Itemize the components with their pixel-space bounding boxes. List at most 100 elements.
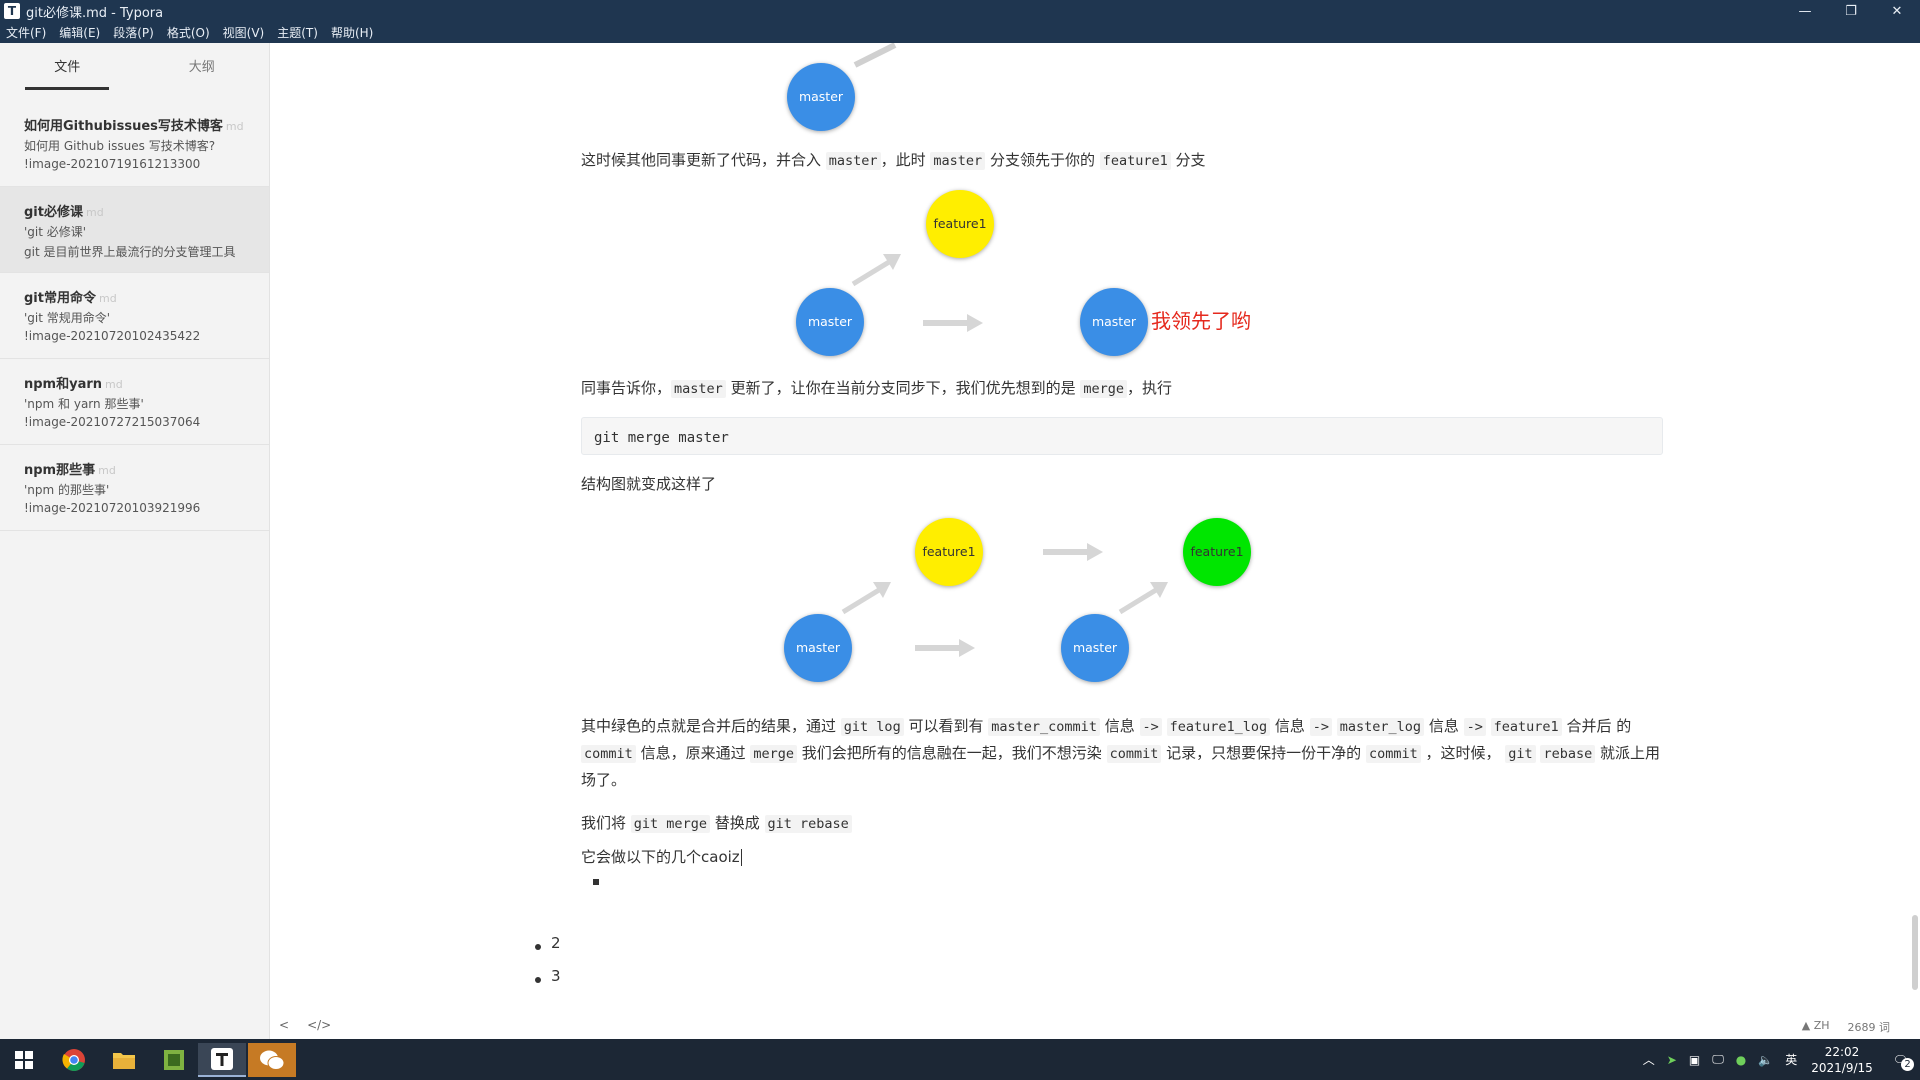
typora-taskbar-button[interactable] xyxy=(198,1043,246,1077)
menu-format[interactable]: 格式(O) xyxy=(167,24,210,41)
minimize-button[interactable]: — xyxy=(1782,0,1828,22)
notification-center-icon[interactable]: 🗨 2 xyxy=(1893,1053,1914,1071)
text: 分支 xyxy=(1175,151,1206,169)
language-label: ZH xyxy=(1813,1019,1830,1032)
menu-view[interactable]: 视图(V) xyxy=(223,24,265,41)
ime-indicator[interactable]: 英 xyxy=(1785,1051,1797,1068)
text: 我们将 xyxy=(581,814,627,832)
inline-code: master xyxy=(825,152,881,170)
volume-icon[interactable]: 🔈 xyxy=(1758,1053,1773,1067)
network-icon[interactable]: 🖵 xyxy=(1712,1052,1724,1067)
file-preview-line: 如何用 Github issues 写技术博客? xyxy=(24,139,216,153)
menu-paragraph[interactable]: 段落(P) xyxy=(113,24,154,41)
tray-app-icon[interactable]: ▣ xyxy=(1689,1053,1700,1067)
text: 它会做以下的几个caoiz xyxy=(581,848,740,866)
menu-bar: 文件(F) 编辑(E) 段落(P) 格式(O) 视图(V) 主题(T) 帮助(H… xyxy=(0,22,1920,43)
file-item[interactable]: 如何用Githubissues写技术博客 md 如何用 Github issues… xyxy=(0,101,269,187)
word-count[interactable]: 2689 词 xyxy=(1848,1019,1891,1035)
text: 这时候其他同事更新了代码，并合入 xyxy=(581,151,822,169)
list-bullet xyxy=(535,944,541,950)
sidebar: 文件 大纲 如何用Githubissues写技术博客 md 如何用 Github … xyxy=(0,43,270,1039)
arrow-icon xyxy=(915,639,975,657)
menu-file[interactable]: 文件(F) xyxy=(6,24,46,41)
node-feature1: feature1 xyxy=(915,518,983,586)
inline-code: -> xyxy=(1139,718,1162,736)
tray-chevron-up-icon[interactable]: ︿ xyxy=(1643,1051,1655,1068)
text: ，此时 xyxy=(880,151,926,169)
paragraph: 同事告诉你， master 更新了，让你在当前分支同步下，我们优先想到的是 mer… xyxy=(581,375,1172,402)
menu-help[interactable]: 帮助(H) xyxy=(331,24,373,41)
file-title: npm和yarn xyxy=(24,377,103,392)
code-block[interactable]: git merge master xyxy=(581,417,1663,455)
file-preview-line: !image-20210727215037064 xyxy=(24,415,201,429)
file-ext: md xyxy=(225,120,244,133)
node-master: master xyxy=(784,614,852,682)
file-ext: md xyxy=(105,378,123,391)
start-button[interactable] xyxy=(0,1043,48,1077)
text: 更新了，让你在当前分支同步下，我们优先想到的是 xyxy=(730,379,1076,397)
tab-files[interactable]: 文件 xyxy=(25,46,110,90)
title-bar: T git必修课.md - Typora — ❐ ✕ xyxy=(0,0,1920,22)
file-title: git常用命令 xyxy=(24,291,96,306)
inline-code: merge xyxy=(1080,380,1128,398)
file-title: npm那些事 xyxy=(24,463,96,478)
paragraph-current[interactable]: 它会做以下的几个caoiz xyxy=(581,844,742,870)
file-preview-line: !image-20210720103921996 xyxy=(24,501,201,515)
inline-code: git rebase xyxy=(764,815,852,833)
diagram-lead: feature1 master master 我领先了哟 xyxy=(581,188,1663,358)
inline-code: feature1_log xyxy=(1166,718,1271,736)
file-ext: md xyxy=(98,292,117,305)
inline-code: git xyxy=(1505,745,1536,763)
wechat-icon xyxy=(260,1050,285,1070)
file-preview-line: !image-20210720102435422 xyxy=(24,329,201,343)
maximize-button[interactable]: ❐ xyxy=(1828,0,1874,22)
wechat-taskbar-button[interactable] xyxy=(248,1043,296,1077)
tray-arrow-icon[interactable]: ➤ xyxy=(1667,1053,1677,1067)
chrome-taskbar-button[interactable] xyxy=(50,1043,98,1077)
file-item[interactable]: git常用命令 md 'git 常规用命令' !image-20210720102… xyxy=(0,273,269,359)
text: 合并后 xyxy=(1566,717,1612,735)
menu-edit[interactable]: 编辑(E) xyxy=(59,24,100,41)
file-item[interactable]: npm和yarn md 'npm 和 yarn 那些事' !image-20210… xyxy=(0,359,269,445)
node-feature1-merged: feature1 xyxy=(1183,518,1251,586)
node-master: master xyxy=(1080,288,1148,356)
paragraph: 我们将 git merge 替换成 git rebase xyxy=(581,810,852,837)
tab-outline[interactable]: 大纲 xyxy=(160,46,244,90)
inline-code: rebase xyxy=(1540,745,1596,763)
text: 信息 xyxy=(1274,717,1305,735)
toggle-sidebar-button[interactable]: < xyxy=(279,1018,289,1032)
file-item[interactable]: npm那些事 md 'npm 的那些事' !image-2021072010392… xyxy=(0,445,269,531)
inline-code: commit xyxy=(581,745,636,763)
editor-area[interactable]: master 这时候其他同事更新了代码，并合入 master ，此时 master… xyxy=(271,43,1920,1039)
inline-code: -> xyxy=(1463,718,1486,736)
inline-code: master_log xyxy=(1336,718,1425,736)
taskbar: ︿ ➤ ▣ 🖵 ● 🔈 英 22:02 2021/9/15 🗨 2 xyxy=(0,1039,1920,1080)
inline-code: merge xyxy=(750,745,797,763)
file-item-active[interactable]: git必修课 md 'git 必修课' git 是目前世界上最流行的分支管理工具 xyxy=(0,187,269,273)
lead-annotation: 我领先了哟 xyxy=(1151,309,1251,333)
arrow-icon xyxy=(1043,543,1103,561)
scrollbar-thumb[interactable] xyxy=(1912,915,1918,990)
inline-code: master xyxy=(930,152,986,170)
list-item[interactable]: 3 xyxy=(551,967,561,985)
language-indicator[interactable]: ▲ ZH xyxy=(1802,1019,1830,1035)
list-bullet-square xyxy=(593,879,599,885)
file-explorer-taskbar-button[interactable] xyxy=(100,1043,148,1077)
close-button[interactable]: ✕ xyxy=(1874,0,1920,22)
inline-code: master_commit xyxy=(988,718,1100,736)
file-preview-line: 'git 必修课' xyxy=(24,225,87,239)
paragraph: 结构图就变成这样了 xyxy=(581,475,717,493)
notification-count: 2 xyxy=(1901,1057,1914,1071)
list-bullet xyxy=(535,977,541,983)
app-taskbar-button[interactable] xyxy=(150,1043,198,1077)
clock[interactable]: 22:02 2021/9/15 xyxy=(1811,1044,1873,1076)
text: 的 xyxy=(1616,717,1632,735)
file-preview-line: 'npm 和 yarn 那些事' xyxy=(24,397,144,411)
list-item[interactable]: 2 xyxy=(551,934,561,952)
menu-theme[interactable]: 主题(T) xyxy=(277,24,318,41)
file-preview-line: git 是目前世界上最流行的分支管理工具 xyxy=(24,245,236,259)
source-code-mode-button[interactable]: </> xyxy=(307,1018,331,1032)
text: 信息 xyxy=(1428,717,1459,735)
text: ，这时候， xyxy=(1425,744,1501,762)
wechat-tray-icon[interactable]: ● xyxy=(1736,1053,1746,1067)
